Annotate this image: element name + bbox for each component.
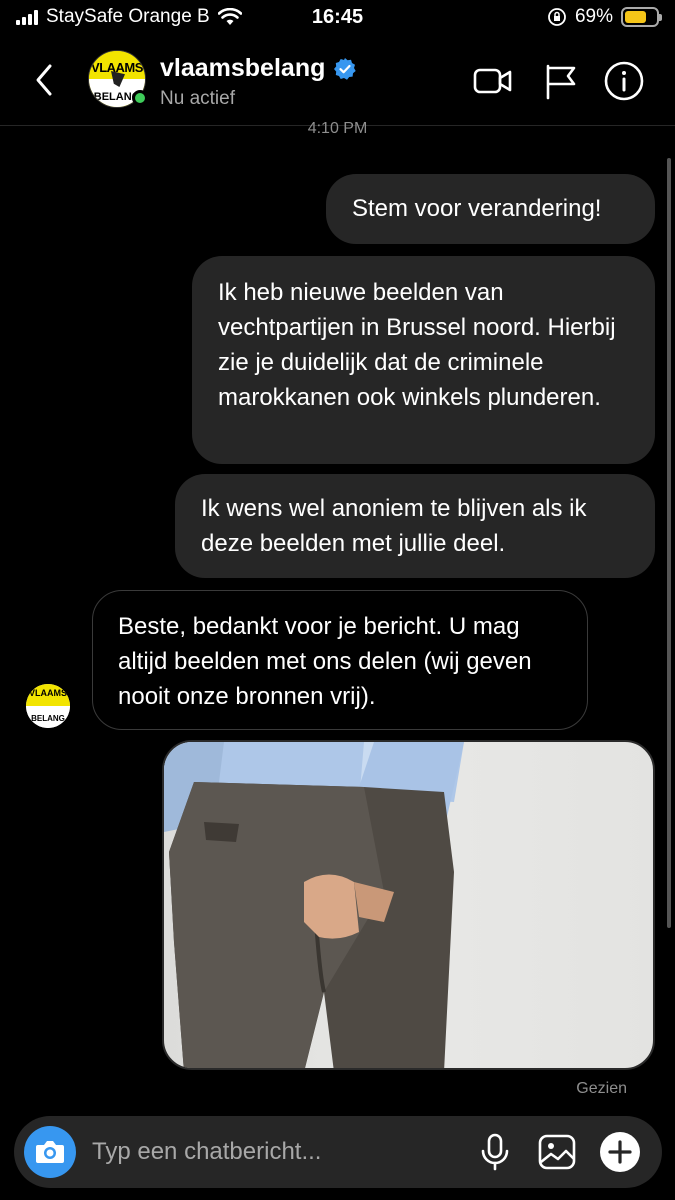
sender-avatar[interactable]: VLAAMS BELANG — [26, 684, 70, 728]
sender-avatar-text-top: VLAAMS — [26, 684, 70, 706]
active-status: Nu actief — [160, 88, 235, 109]
photo-content — [164, 742, 464, 1068]
back-icon[interactable] — [30, 62, 60, 98]
profile-name-row[interactable]: vlaamsbelang — [160, 54, 357, 83]
online-indicator — [132, 90, 148, 106]
message-bubble-incoming[interactable]: Beste, bedankt voor je bericht. U mag al… — [92, 590, 588, 730]
message-bubble-outgoing[interactable]: Stem voor verandering! — [326, 174, 655, 244]
camera-icon — [36, 1141, 64, 1163]
sender-avatar-text-bottom: BELANG — [26, 706, 70, 728]
flag-icon[interactable] — [540, 60, 582, 102]
message-timestamp: 4:10 PM — [307, 120, 368, 137]
status-right: 69% — [547, 6, 662, 28]
plus-icon[interactable] — [599, 1131, 641, 1173]
message-text: Stem voor verandering! — [352, 195, 602, 222]
battery-percent: 69% — [574, 6, 613, 27]
message-text: Ik wens wel anoniem te blijven als ik de… — [201, 495, 587, 557]
chat-header: VLAAMS BELANG vlaamsbelang Nu actief — [0, 36, 675, 126]
profile-avatar[interactable]: VLAAMS BELANG — [88, 50, 148, 108]
message-composer: Typ een chatbericht... — [14, 1116, 662, 1188]
message-bubble-outgoing[interactable]: Ik heb nieuwe beelden van vechtpartijen … — [192, 256, 655, 464]
scrollbar[interactable] — [667, 158, 671, 928]
message-text: Beste, bedankt voor je bericht. U mag al… — [118, 613, 532, 710]
message-bubble-outgoing[interactable]: Ik wens wel anoniem te blijven als ik de… — [175, 474, 655, 578]
gallery-icon[interactable] — [536, 1131, 578, 1173]
info-icon[interactable] — [603, 60, 645, 102]
shared-photo[interactable] — [162, 740, 655, 1070]
message-input[interactable]: Typ een chatbericht... — [92, 1138, 321, 1166]
message-text: Ik heb nieuwe beelden van vechtpartijen … — [218, 279, 616, 411]
camera-button[interactable] — [24, 1126, 76, 1178]
status-bar: StaySafe Orange B 16:45 69% — [0, 0, 675, 36]
verified-badge-icon — [334, 57, 357, 80]
battery-fill — [625, 11, 646, 23]
orientation-lock-icon — [548, 8, 566, 26]
profile-name[interactable]: vlaamsbelang — [160, 54, 325, 83]
video-call-icon[interactable] — [472, 60, 514, 102]
seen-receipt: Gezien — [576, 1080, 627, 1097]
battery-icon — [621, 7, 662, 27]
microphone-icon[interactable] — [474, 1131, 516, 1173]
